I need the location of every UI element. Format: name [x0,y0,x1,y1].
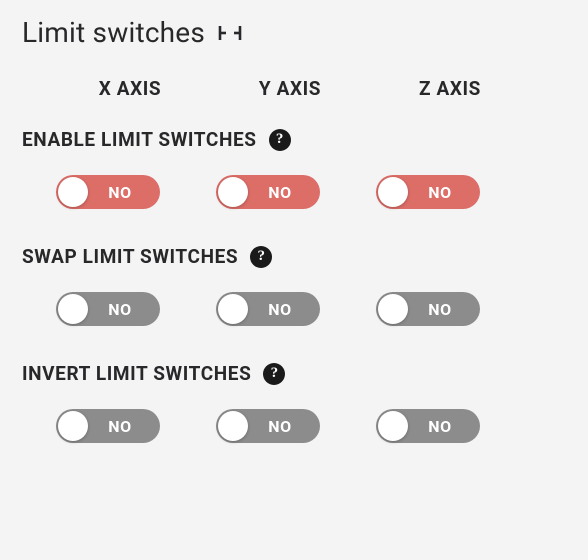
help-icon[interactable]: ? [269,129,291,151]
help-icon[interactable]: ? [250,246,272,268]
swap-y-toggle[interactable]: NO [216,292,320,326]
invert-z-toggle[interactable]: NO [376,409,480,443]
enable-y-toggle[interactable]: NO [216,175,320,209]
title-row: Limit switches [22,16,566,49]
enable-z-toggle[interactable]: NO [376,175,480,209]
swap-z-toggle[interactable]: NO [376,292,480,326]
axis-header-x: X AXIS [50,77,210,100]
invert-label-row: INVERT LIMIT SWITCHES ? [22,362,566,385]
toggle-knob [218,294,248,324]
enable-toggle-row: NO NO NO [22,175,566,209]
axis-header-row: X AXIS Y AXIS Z AXIS [22,77,566,100]
toggle-knob [58,294,88,324]
invert-y-toggle[interactable]: NO [216,409,320,443]
invert-toggle-row: NO NO NO [22,409,566,443]
toggle-knob [58,177,88,207]
axis-header-y: Y AXIS [210,77,370,100]
help-icon[interactable]: ? [263,363,285,385]
panel-title: Limit switches [22,16,205,49]
toggle-knob [378,411,408,441]
axis-header-z: Z AXIS [370,77,530,100]
swap-label-row: SWAP LIMIT SWITCHES ? [22,245,566,268]
swap-x-toggle[interactable]: NO [56,292,160,326]
enable-label-row: ENABLE LIMIT SWITCHES ? [22,128,566,151]
toggle-knob [218,177,248,207]
limit-switches-panel: Limit switches X AXIS Y AXIS Z AXIS ENAB… [0,0,588,443]
enable-label: ENABLE LIMIT SWITCHES [22,128,257,151]
toggle-knob [218,411,248,441]
limit-switch-icon [217,23,243,43]
invert-x-toggle[interactable]: NO [56,409,160,443]
enable-x-toggle[interactable]: NO [56,175,160,209]
invert-label: INVERT LIMIT SWITCHES [22,362,251,385]
toggle-knob [378,294,408,324]
swap-label: SWAP LIMIT SWITCHES [22,245,238,268]
toggle-knob [58,411,88,441]
swap-toggle-row: NO NO NO [22,292,566,326]
toggle-knob [378,177,408,207]
